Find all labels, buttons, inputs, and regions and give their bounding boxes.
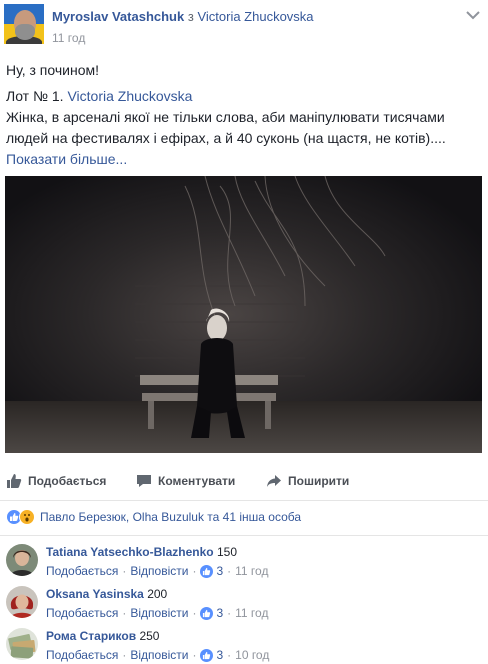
post-actions: Подобається Коментувати Поширити	[0, 468, 488, 494]
comment-text: 250	[139, 629, 160, 643]
photo-image	[5, 176, 482, 453]
comment-item: Oksana Yasinska 200 Подобається · Відпов…	[0, 584, 488, 624]
share-button-label: Поширити	[288, 474, 350, 488]
commenter-avatar[interactable]	[6, 628, 38, 660]
share-button[interactable]: Поширити	[266, 468, 349, 494]
co-author-link[interactable]: Victoria Zhuckovska	[197, 9, 313, 24]
wow-icon	[19, 509, 35, 525]
separator-dot: ·	[122, 564, 127, 578]
post-header: Myroslav Vatashchuk з Victoria Zhuckovsk…	[0, 0, 488, 50]
comment-head: Рома Стариков 250	[46, 629, 159, 643]
comment-meta: Подобається · Відповісти · 3 · 11 год	[46, 606, 268, 620]
see-more-link[interactable]: Показати більше...	[6, 151, 127, 167]
comment-author-link[interactable]: Рома Стариков	[46, 629, 136, 643]
author-name-link[interactable]: Myroslav Vatashchuk	[52, 9, 184, 24]
share-icon	[267, 475, 281, 487]
comment-head: Tatiana Yatsechko-Blazhenko 150	[46, 545, 237, 559]
with-word: з	[187, 9, 194, 24]
author-avatar[interactable]	[4, 4, 44, 44]
like-icon	[200, 606, 214, 620]
post-body-text: Жінка, в арсеналі якої не тільки слова, …	[6, 109, 446, 146]
comment-item: Рома Стариков 250 Подобається · Відповіс…	[0, 626, 488, 664]
lot-label: Лот № 1.	[6, 88, 64, 104]
post-photo[interactable]	[5, 176, 482, 453]
comment-time[interactable]: 11 год	[235, 564, 268, 578]
separator-dot: ·	[192, 606, 197, 620]
comment-button[interactable]: Коментувати	[136, 468, 235, 494]
post-text-body: Жінка, в арсеналі якої не тільки слова, …	[6, 107, 484, 170]
comment-like-link[interactable]: Подобається	[46, 648, 118, 662]
comment-author-link[interactable]: Oksana Yasinska	[46, 587, 144, 601]
post-text-line1: Ну, з почином!	[6, 62, 100, 78]
commenter-avatar[interactable]	[6, 544, 38, 576]
comment-reply-link[interactable]: Відповісти	[130, 648, 188, 662]
comment-like-count[interactable]: 3	[216, 564, 223, 578]
like-button[interactable]: Подобається	[6, 468, 106, 494]
comment-time[interactable]: 11 год	[235, 606, 268, 620]
comment-like-count[interactable]: 3	[216, 606, 223, 620]
reactions-summary[interactable]: Павло Березюк, Olha Buzuluk та 41 інша о…	[40, 510, 301, 524]
mention-link[interactable]: Victoria Zhuckovska	[67, 88, 192, 104]
comment-item: Tatiana Yatsechko-Blazhenko 150 Подобаєт…	[0, 542, 488, 582]
author-line: Myroslav Vatashchuk з Victoria Zhuckovsk…	[52, 9, 314, 24]
like-icon	[200, 564, 214, 578]
divider	[0, 535, 488, 536]
comment-like-link[interactable]: Подобається	[46, 564, 118, 578]
separator-dot: ·	[192, 564, 197, 578]
separator-dot: ·	[227, 606, 232, 620]
post-text-line2: Лот № 1. Victoria Zhuckovska	[6, 86, 484, 107]
like-icon	[200, 648, 214, 662]
comment-reply-link[interactable]: Відповісти	[130, 606, 188, 620]
comment-like-link[interactable]: Подобається	[46, 606, 118, 620]
thumbs-up-icon	[7, 474, 22, 488]
chevron-down-icon[interactable]	[464, 8, 482, 22]
comment-reply-link[interactable]: Відповісти	[130, 564, 188, 578]
comment-meta: Подобається · Відповісти · 3 · 10 год	[46, 648, 269, 662]
separator-dot: ·	[122, 648, 127, 662]
comment-meta: Подобається · Відповісти · 3 · 11 год	[46, 564, 268, 578]
comment-text: 200	[147, 587, 168, 601]
comment-author-link[interactable]: Tatiana Yatsechko-Blazhenko	[46, 545, 214, 559]
comment-button-label: Коментувати	[158, 474, 236, 488]
comment-time[interactable]: 10 год	[235, 648, 269, 662]
comment-head: Oksana Yasinska 200	[46, 587, 167, 601]
post-timestamp[interactable]: 11 год	[52, 31, 85, 45]
comment-text: 150	[216, 545, 237, 559]
separator-dot: ·	[227, 564, 232, 578]
comment-like-count[interactable]: 3	[216, 648, 223, 662]
divider	[0, 500, 488, 501]
reactions-bar[interactable]: Павло Березюк, Olha Buzuluk та 41 інша о…	[6, 507, 301, 527]
separator-dot: ·	[192, 648, 197, 662]
comment-icon	[137, 475, 151, 487]
like-button-label: Подобається	[28, 474, 107, 488]
commenter-avatar[interactable]	[6, 586, 38, 618]
separator-dot: ·	[227, 648, 232, 662]
separator-dot: ·	[122, 606, 127, 620]
